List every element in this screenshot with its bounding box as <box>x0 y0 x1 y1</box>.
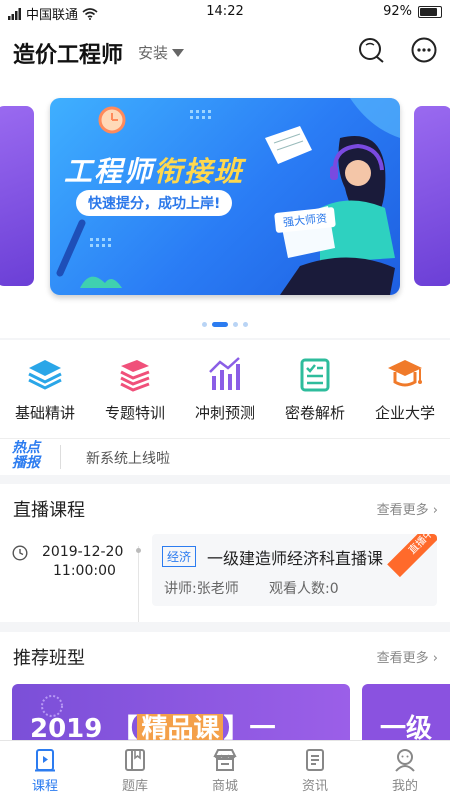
status-bar: 中国联通 14:22 92% <box>0 0 450 24</box>
carousel-dots <box>0 322 450 327</box>
category-label: 企业大学 <box>374 404 435 422</box>
carousel-dot[interactable] <box>202 322 207 327</box>
hot-news-logo-line2: 播报 <box>12 455 40 471</box>
carousel-dot[interactable] <box>212 322 228 327</box>
tab-course[interactable]: 课程 <box>0 741 90 801</box>
live-time: 11:00:00 <box>53 563 116 579</box>
carousel-dot[interactable] <box>233 322 238 327</box>
live-section: 直播课程 查看更多 › 2019-12-20 11:00:00 经济 一级建造师… <box>0 484 450 622</box>
banner-title: 工程师衔接班 <box>64 150 244 190</box>
recommend-section-title: 推荐班型 <box>13 648 85 669</box>
search-icon[interactable] <box>357 36 385 64</box>
hot-news-text[interactable]: 新系统上线啦 <box>86 448 170 468</box>
category-sprint[interactable]: 冲刺预测 <box>180 340 270 438</box>
tab-label: 商城 <box>211 779 238 794</box>
card-rest: 一 <box>249 714 276 740</box>
live-views: 观看人数:0 <box>269 581 339 597</box>
banner-next-card[interactable] <box>414 106 450 286</box>
bottom-tab-bar: 课程 题库 商城 资讯 我的 <box>0 740 450 801</box>
battery-percent: 92% <box>383 4 412 19</box>
divider <box>60 445 61 469</box>
book-stack-icon <box>120 360 150 392</box>
tab-news[interactable]: 资讯 <box>270 741 360 801</box>
live-course-name: 一级建造师经济科直播课 <box>207 549 384 568</box>
more-label: 查看更多 <box>376 651 429 666</box>
tab-label: 我的 <box>391 779 418 794</box>
category-grid: 基础精讲 专题特训 冲刺预测 密卷解析 企业大学 <box>0 340 450 438</box>
category-topic[interactable]: 专题特训 <box>90 340 180 438</box>
battery-icon <box>418 5 442 18</box>
recommend-card[interactable]: 2019 【精品课 】一 <box>12 684 350 740</box>
banner-subtitle: 快速提分，成功上岸! <box>76 190 233 216</box>
category-basic[interactable]: 基础精讲 <box>0 340 90 438</box>
carousel-dot[interactable] <box>243 322 248 327</box>
app-title: 造价工程师 <box>13 43 124 68</box>
tab-shop[interactable]: 商城 <box>180 741 270 801</box>
tab-label: 资讯 <box>301 779 328 794</box>
banner-title-part2: 衔接班 <box>154 155 245 188</box>
news-icon <box>306 749 324 771</box>
message-icon[interactable] <box>410 36 438 64</box>
install-label: 安装 <box>138 44 169 62</box>
category-label: 基础精讲 <box>14 404 75 422</box>
timeline-line <box>138 546 139 622</box>
recommend-card[interactable]: 一级 <box>362 684 450 740</box>
category-label: 密卷解析 <box>284 404 345 422</box>
question-bank-icon <box>125 749 145 771</box>
hot-news-bar[interactable]: 热点 播报 新系统上线啦 <box>0 438 450 475</box>
main-banner[interactable]: 工程师衔接班 快速提分，成功上岸! 强大师资 <box>50 98 400 295</box>
battery-fill <box>420 7 437 16</box>
banner-carousel[interactable]: 工程师衔接班 快速提分，成功上岸! 强大师资 <box>0 76 450 338</box>
bar-chart-icon <box>209 357 240 390</box>
live-teacher: 讲师:张老师 <box>164 581 239 597</box>
shop-icon <box>213 749 237 771</box>
live-section-title: 直播课程 <box>13 500 85 521</box>
layers-icon <box>28 360 62 390</box>
category-paper[interactable]: 密卷解析 <box>270 340 360 438</box>
live-date: 2019-12-20 <box>42 544 124 560</box>
recommend-more-link[interactable]: 查看更多 › <box>377 647 438 666</box>
tab-label: 课程 <box>31 779 58 794</box>
graduation-cap-icon <box>388 360 422 387</box>
live-course-card[interactable]: 经济 一级建造师经济科直播课 讲师:张老师 观看人数:0 直播中 <box>152 534 437 606</box>
live-more-link[interactable]: 查看更多 › <box>377 499 438 518</box>
tab-label: 题库 <box>121 779 148 794</box>
banner-prev-card[interactable] <box>0 106 34 286</box>
tab-profile[interactable]: 我的 <box>360 741 450 801</box>
chevron-right-icon: › <box>432 651 438 666</box>
install-dropdown[interactable]: 安装 <box>138 42 185 63</box>
category-label: 冲刺预测 <box>194 404 255 422</box>
app-header: 造价工程师 安装 <box>0 24 450 76</box>
live-status-ribbon: 直播中 <box>387 534 437 578</box>
recommend-card-title: 2019 【精品课 】一 <box>30 708 275 740</box>
caret-down-icon <box>172 48 185 57</box>
timeline-dot <box>136 548 141 553</box>
card-year: 2019 <box>30 714 103 740</box>
recommend-section: 推荐班型 查看更多 › 2019 【精品课 】一 一级 <box>0 632 450 740</box>
clock-icon <box>12 545 28 561</box>
checklist-icon <box>300 358 330 392</box>
hot-news-logo-line1: 热点 <box>12 440 40 456</box>
tab-question-bank[interactable]: 题库 <box>90 741 180 801</box>
more-label: 查看更多 <box>376 503 429 518</box>
profile-icon <box>395 749 415 772</box>
category-label: 专题特训 <box>104 404 165 422</box>
status-right: 92% <box>383 4 442 19</box>
course-icon <box>35 749 55 772</box>
hot-news-logo: 热点 播报 <box>12 441 40 471</box>
chevron-right-icon: › <box>432 503 438 518</box>
subject-tag: 经济 <box>162 546 197 567</box>
category-enterprise[interactable]: 企业大学 <box>360 340 450 438</box>
card-highlight: 精品课 <box>137 714 224 740</box>
banner-title-part1: 工程师 <box>64 155 155 188</box>
recommend-card-title: 一级 <box>380 714 433 740</box>
